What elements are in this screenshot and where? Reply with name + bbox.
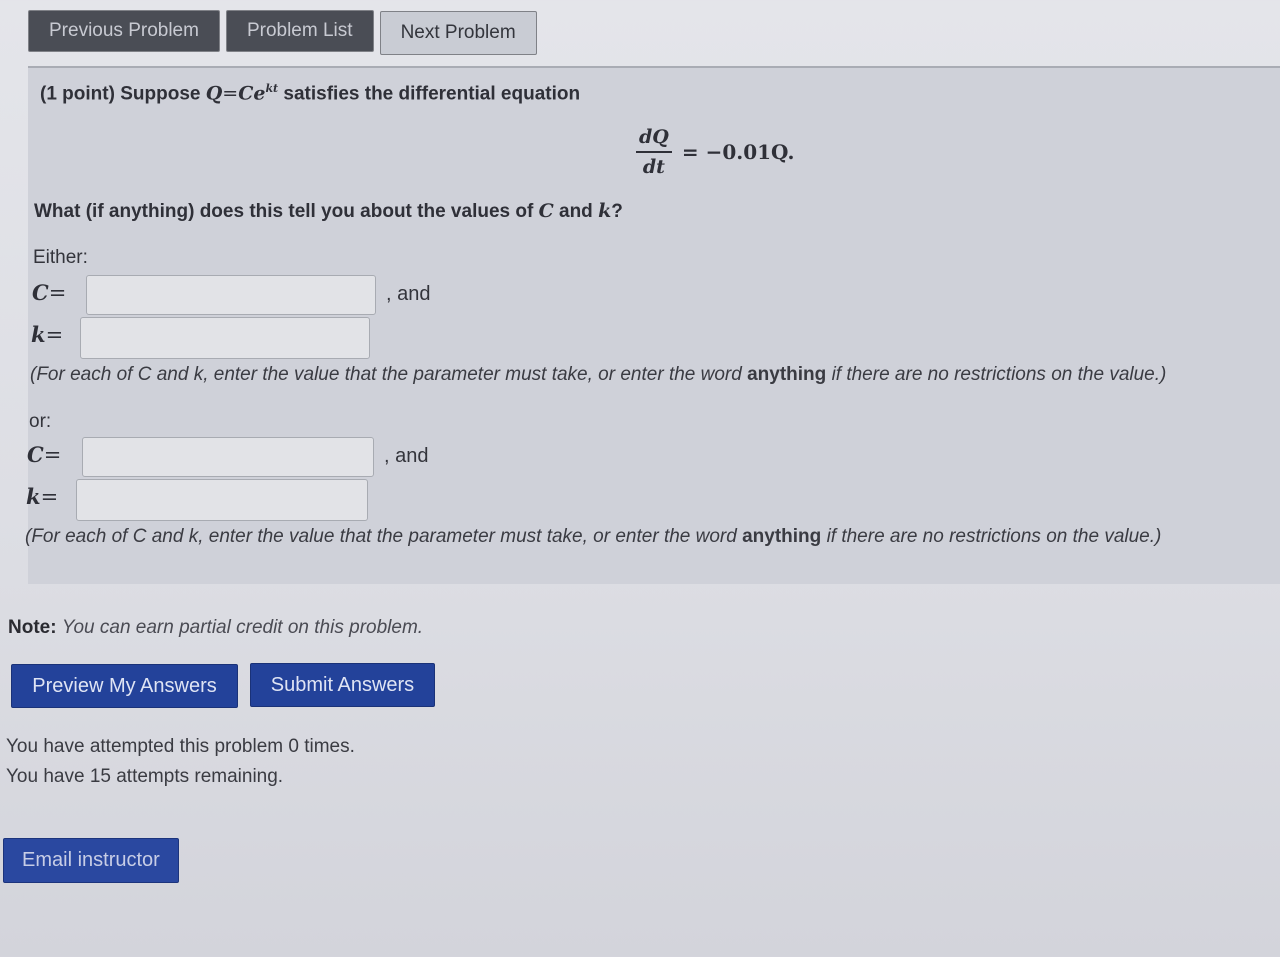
derivative-denominator: dt: [642, 156, 665, 178]
question-k: k: [598, 200, 612, 222]
either-label: Either:: [33, 247, 88, 268]
or-label: or:: [29, 411, 52, 432]
next-problem-button[interactable]: Next Problem: [379, 11, 537, 55]
equals-symbol: =: [45, 323, 64, 347]
equals-symbol: =: [40, 485, 59, 509]
differential-equation: dQ dt = −0.01Q.: [636, 126, 794, 178]
c-symbol: C: [32, 280, 49, 305]
partial-credit-note: Note: You can earn partial credit on thi…: [8, 617, 423, 639]
c-answer-input-2[interactable]: [82, 437, 374, 477]
problem-navigation: Previous Problem Problem List Next Probl…: [28, 10, 537, 55]
equals-symbol: =: [43, 443, 62, 467]
hint-text-1: (For each of C and k, enter the value th…: [30, 364, 1166, 386]
question-prefix: What (if anything) does this tell you ab…: [34, 201, 534, 222]
q-variable: Q: [205, 82, 223, 105]
and-text-2: , and: [384, 445, 429, 467]
k-symbol: k: [26, 484, 41, 509]
c-label-2: C=: [27, 442, 61, 467]
c-label-1: C=: [32, 280, 66, 305]
email-instructor-button[interactable]: Email instructor: [3, 838, 179, 883]
problem-body: (1 point) Suppose Q=Cekt satisfies the d…: [25, 66, 1280, 584]
equals-symbol: =: [48, 281, 67, 305]
hint-suffix: if there are no restrictions on the valu…: [831, 364, 1167, 385]
question-text: What (if anything) does this tell you ab…: [34, 200, 623, 223]
k-answer-input-1[interactable]: [80, 317, 370, 359]
and-text-1: , and: [386, 283, 431, 305]
hint-prefix: (For each of C and k, enter the value th…: [30, 364, 742, 385]
derivative-fraction: dQ dt: [636, 126, 672, 178]
attempts-info: You have attempted this problem 0 times.…: [6, 732, 355, 792]
derivative-numerator: dQ: [636, 126, 672, 153]
c-symbol: C: [27, 442, 44, 467]
question-and: and: [559, 201, 593, 222]
c-answer-input-1[interactable]: [86, 275, 376, 315]
points-label: (1 point): [40, 83, 115, 105]
hint-keyword: anything: [747, 364, 827, 385]
k-label-1: k=: [31, 322, 63, 347]
equals-sign: =: [222, 82, 239, 105]
hint-prefix: (For each of C and k, enter the value th…: [25, 526, 737, 547]
problem-list-button[interactable]: Problem List: [225, 10, 374, 52]
submit-answers-button[interactable]: Submit Answers: [250, 663, 435, 707]
previous-problem-button[interactable]: Previous Problem: [28, 10, 220, 52]
k-answer-input-2[interactable]: [76, 479, 368, 521]
attempts-count: You have attempted this problem 0 times.: [6, 736, 355, 757]
equation-rhs: = −0.01Q.: [681, 140, 795, 164]
suppose-text: Suppose: [120, 83, 201, 105]
k-symbol: k: [31, 322, 46, 347]
preview-answers-button[interactable]: Preview My Answers: [11, 664, 238, 708]
c-exp-term: Ce: [238, 82, 266, 105]
question-mark: ?: [611, 201, 623, 222]
exponent-kt: kt: [265, 82, 279, 95]
satisfies-text: satisfies the differential equation: [283, 83, 581, 105]
hint-keyword: anything: [742, 526, 822, 547]
hint-suffix: if there are no restrictions on the valu…: [826, 526, 1162, 547]
note-text: You can earn partial credit on this prob…: [61, 617, 424, 638]
problem-statement: (1 point) Suppose Q=Cekt satisfies the d…: [40, 82, 580, 105]
hint-text-2: (For each of C and k, enter the value th…: [25, 526, 1161, 548]
question-c: C: [538, 200, 554, 222]
note-label: Note:: [8, 617, 57, 638]
k-label-2: k=: [26, 484, 58, 509]
attempts-remaining: You have 15 attempts remaining.: [6, 766, 284, 787]
